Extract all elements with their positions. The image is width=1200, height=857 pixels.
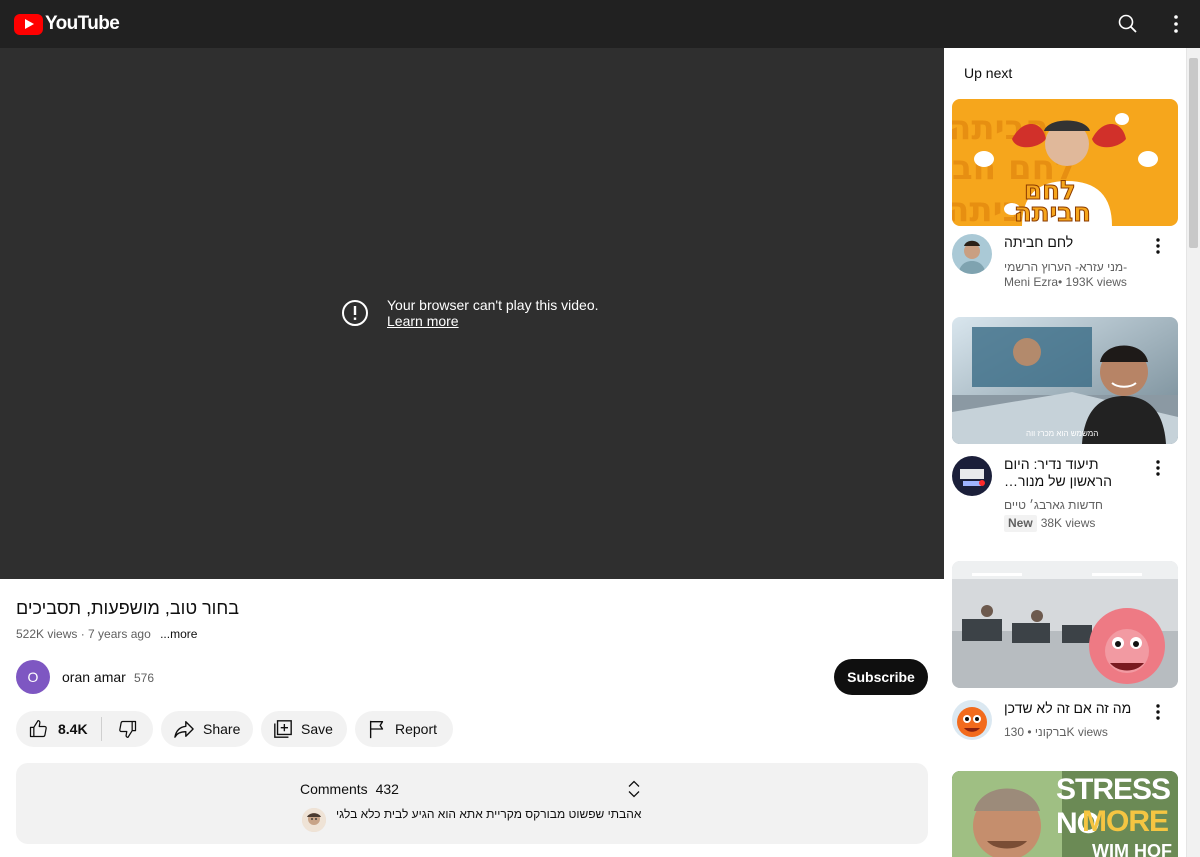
channel-avatar[interactable] — [952, 700, 992, 740]
up-next-heading: Up next — [964, 65, 1013, 81]
video-meta: ברקוני • 130K views — [1004, 725, 1108, 739]
thumbnail-headline: WIM HOF — [1092, 841, 1172, 857]
up-next-sidebar: Up next חביתה לחם חבי חביתה לחם חביתה לח… — [944, 48, 1186, 857]
playlist-add-icon — [273, 719, 293, 739]
share-label: Share — [203, 721, 241, 737]
video-channel: חדשות גארבג׳ טיים — [1004, 498, 1103, 512]
top-comment-text: אהבתי שפשוט מבורקס מקריית אתא הוא הגיע ל… — [336, 807, 642, 821]
video-channel: ברקוני — [1034, 725, 1067, 739]
search-icon[interactable] — [1116, 12, 1140, 36]
flag-icon — [367, 719, 387, 739]
video-stats: 522K views · 7 years ago ...more — [16, 627, 197, 641]
player-error: Your browser can't play this video. Lear… — [341, 297, 599, 329]
comments-header: Comments 432 — [300, 781, 399, 797]
new-badge: New — [1004, 515, 1037, 532]
thumbnail-headline: MORE — [1082, 805, 1169, 838]
video-thumbnail[interactable]: STRESS NO MORE WIM HOF — [952, 771, 1178, 857]
thumbnail-caption: המשמש הוא מכרז ווה — [1026, 429, 1099, 438]
video-player[interactable]: Your browser can't play this video. Lear… — [0, 48, 944, 579]
video-meta: New 38K views — [1004, 515, 1154, 532]
like-dislike-group: 8.4K — [16, 711, 153, 747]
channel-avatar[interactable]: O — [16, 660, 50, 694]
subscriber-count: 576 — [134, 671, 155, 685]
player-error-text: Your browser can't play this video. — [387, 297, 599, 313]
commenter-avatar — [302, 808, 326, 832]
logo-text: YouTube — [45, 13, 120, 34]
up-next-item[interactable]: STRESS NO MORE WIM HOF — [952, 771, 1178, 857]
share-icon — [173, 719, 195, 739]
expand-icon[interactable] — [627, 780, 641, 798]
comments-label: Comments — [300, 781, 368, 797]
more-vert-icon[interactable] — [1152, 237, 1164, 255]
up-next-item[interactable]: המשמש הוא מכרז ווה תיעוד נדיר: היום הראש… — [952, 317, 1178, 532]
video-meta: Meni Ezra• 193K views — [1004, 275, 1127, 289]
views-and-date: 522K views · 7 years ago — [16, 627, 151, 641]
comments-teaser[interactable]: Comments 432 אהבתי שפשוט מבורקס מקריית א… — [16, 763, 928, 844]
up-next-item[interactable]: חביתה לחם חבי חביתה לחם חביתה לחם חביתה — [952, 99, 1178, 289]
comments-count: 432 — [375, 781, 399, 797]
more-link[interactable]: ...more — [160, 627, 197, 641]
thumb-up-icon — [28, 719, 48, 739]
channel-avatar[interactable] — [952, 456, 992, 496]
save-button[interactable]: Save — [261, 711, 347, 747]
video-title[interactable]: מה זה אם זה לא שדכן — [1004, 700, 1149, 717]
video-thumbnail[interactable]: חביתה לחם חבי חביתה לחם חביתה — [952, 99, 1178, 226]
top-bar: YouTube — [0, 0, 1200, 48]
report-button[interactable]: Report — [355, 711, 453, 747]
youtube-play-icon — [14, 13, 43, 35]
video-thumbnail[interactable]: המשמש הוא מכרז ווה — [952, 317, 1178, 444]
thumb-down-icon — [118, 719, 138, 739]
like-count: 8.4K — [58, 721, 88, 737]
youtube-logo[interactable]: YouTube — [14, 13, 120, 35]
alert-circle-icon — [341, 299, 369, 327]
more-vert-icon[interactable] — [1164, 12, 1188, 36]
learn-more-link[interactable]: Learn more — [387, 313, 599, 329]
channel-name[interactable]: oran amar — [62, 669, 126, 685]
more-vert-icon[interactable] — [1152, 459, 1164, 477]
channel-avatar[interactable] — [952, 234, 992, 274]
video-thumbnail[interactable] — [952, 561, 1178, 688]
video-channel: מני עזרא- הערוץ הרשמי- — [1004, 260, 1128, 274]
subscribe-button[interactable]: Subscribe — [834, 659, 928, 695]
up-next-item[interactable]: מה זה אם זה לא שדכן ברקוני • 130K views — [952, 561, 1178, 740]
video-title: בחור טוב, מושפעות, תסביכים — [16, 598, 239, 618]
dislike-button[interactable] — [102, 711, 153, 747]
save-label: Save — [301, 721, 333, 737]
sidebar-scrollbar[interactable] — [1186, 48, 1200, 857]
report-label: Report — [395, 721, 438, 737]
share-button[interactable]: Share — [161, 711, 253, 747]
video-title[interactable]: לחם חביתה — [1004, 234, 1144, 251]
view-count: 38K views — [1040, 516, 1096, 530]
like-button[interactable]: 8.4K — [16, 711, 101, 747]
scroll-thumb[interactable] — [1189, 58, 1198, 248]
more-vert-icon[interactable] — [1152, 703, 1164, 721]
svg-text:חביתה: חביתה — [1014, 198, 1091, 226]
video-title[interactable]: תיעוד נדיר: היום הראשון של מנור… — [1004, 456, 1144, 490]
